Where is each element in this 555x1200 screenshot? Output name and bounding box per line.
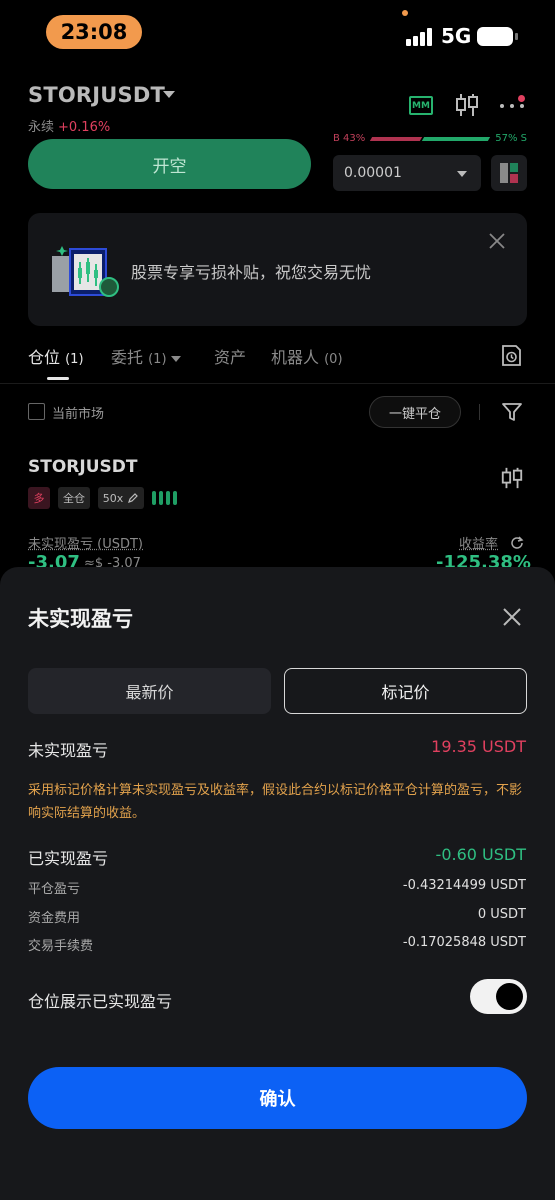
filter-icon[interactable] bbox=[501, 401, 523, 423]
sell-ratio-bar bbox=[421, 137, 491, 141]
unrealized-pnl-value: 19.35 USDT bbox=[431, 737, 526, 756]
sell-ratio: 57% S bbox=[495, 133, 527, 144]
network-type: 5G bbox=[441, 24, 472, 48]
trading-fee-label: 交易手续费 bbox=[28, 939, 94, 954]
history-icon[interactable] bbox=[501, 344, 522, 367]
active-tab-indicator bbox=[47, 377, 69, 380]
edit-icon bbox=[128, 493, 139, 503]
promo-banner[interactable]: 股票专享亏损补贴，祝您交易无忧 bbox=[28, 213, 527, 326]
sheet-title: 未实现盈亏 bbox=[28, 607, 133, 631]
mark-price-note: 采用标记价格计算未实现盈亏及收益率，假设此合约以标记价格平仓计算的盈亏，不影响实… bbox=[28, 783, 523, 821]
candlestick-chart-icon[interactable] bbox=[500, 466, 524, 490]
tab-orders[interactable]: 委托 (1) bbox=[111, 344, 181, 368]
symbol-title[interactable]: STORJUSDT bbox=[28, 83, 165, 107]
tab-latest-price[interactable]: 最新价 bbox=[28, 668, 271, 714]
unrealized-pnl-label[interactable]: 未实现盈亏 (USDT) bbox=[28, 533, 143, 552]
chevron-down-icon bbox=[457, 171, 467, 177]
toggle-knob bbox=[496, 983, 523, 1010]
liquidation-risk-icon bbox=[152, 491, 186, 505]
roe-label[interactable]: 收益率 bbox=[459, 533, 498, 552]
leverage-badge[interactable]: 50x bbox=[98, 487, 144, 509]
show-realized-pnl-label: 仓位展示已实现盈亏 bbox=[28, 992, 173, 1011]
close-icon[interactable] bbox=[488, 232, 506, 250]
buy-ratio-bar bbox=[369, 137, 423, 141]
refresh-icon[interactable] bbox=[510, 535, 524, 549]
layout-toggle-button[interactable] bbox=[491, 155, 527, 191]
price-change: +0.16% bbox=[58, 120, 111, 135]
mm-icon[interactable]: MM bbox=[409, 96, 433, 115]
confirm-button[interactable]: 确认 bbox=[28, 1067, 527, 1129]
contract-info: 永续 +0.16% bbox=[28, 116, 110, 135]
unrealized-pnl-sheet: 未实现盈亏 最新价 标记价 未实现盈亏 19.35 USDT 采用标记价格计算未… bbox=[0, 567, 555, 1200]
status-bar: 23:08 5G bbox=[0, 0, 555, 66]
status-time: 23:08 bbox=[46, 15, 142, 49]
orderbook-layout-icon bbox=[500, 163, 518, 183]
symbol-dropdown-icon[interactable] bbox=[163, 91, 175, 98]
battery-icon bbox=[477, 27, 518, 46]
show-realized-pnl-toggle[interactable] bbox=[470, 979, 527, 1014]
margin-mode-badge[interactable]: 全仓 bbox=[58, 487, 90, 509]
close-all-button[interactable]: 一键平仓 bbox=[369, 396, 461, 428]
divider bbox=[0, 383, 555, 384]
cellular-signal-icon bbox=[406, 28, 434, 46]
current-market-label: 当前市场 bbox=[52, 407, 105, 422]
buy-sell-ratio: B 43% 57% S bbox=[333, 132, 527, 146]
tab-bots[interactable]: 机器人 (0) bbox=[271, 344, 343, 368]
close-icon[interactable] bbox=[502, 607, 522, 627]
position-tabs: 仓位 (1) 委托 (1) 资产 机器人 (0) bbox=[28, 344, 358, 368]
filter-row: 当前市场 一键平仓 bbox=[0, 396, 555, 428]
close-pnl-value: -0.43214499 USDT bbox=[402, 878, 526, 893]
chevron-down-icon bbox=[170, 355, 181, 362]
banner-text: 股票专享亏损补贴，祝您交易无忧 bbox=[131, 263, 372, 282]
more-icon[interactable] bbox=[498, 102, 528, 110]
current-market-checkbox[interactable] bbox=[28, 403, 45, 420]
trading-fee-value: -0.17025848 USDT bbox=[402, 935, 526, 950]
funding-fee-label: 资金费用 bbox=[28, 911, 81, 926]
open-short-button[interactable]: 开空 bbox=[28, 139, 311, 189]
tab-mark-price[interactable]: 标记价 bbox=[284, 668, 527, 714]
privacy-indicator-icon bbox=[402, 10, 408, 16]
position-tags: 多 全仓 50x bbox=[28, 487, 198, 509]
realized-pnl-label: 已实现盈亏 bbox=[28, 849, 109, 868]
funding-fee-value: 0 USDT bbox=[477, 907, 526, 922]
buy-ratio: B 43% bbox=[333, 133, 366, 144]
unrealized-pnl-label: 未实现盈亏 bbox=[28, 741, 109, 760]
tab-assets[interactable]: 资产 bbox=[214, 344, 246, 368]
contract-type: 永续 bbox=[28, 120, 55, 135]
close-pnl-label: 平仓盈亏 bbox=[28, 882, 81, 897]
tab-positions[interactable]: 仓位 (1) bbox=[28, 344, 84, 368]
notification-dot bbox=[518, 95, 525, 102]
side-badge: 多 bbox=[28, 487, 50, 509]
position-symbol[interactable]: STORJUSDT bbox=[28, 457, 137, 477]
realized-pnl-value: -0.60 USDT bbox=[435, 845, 526, 864]
stock-chart-illustration-icon bbox=[52, 246, 119, 297]
divider bbox=[479, 404, 480, 420]
candlestick-chart-icon[interactable] bbox=[454, 92, 480, 118]
